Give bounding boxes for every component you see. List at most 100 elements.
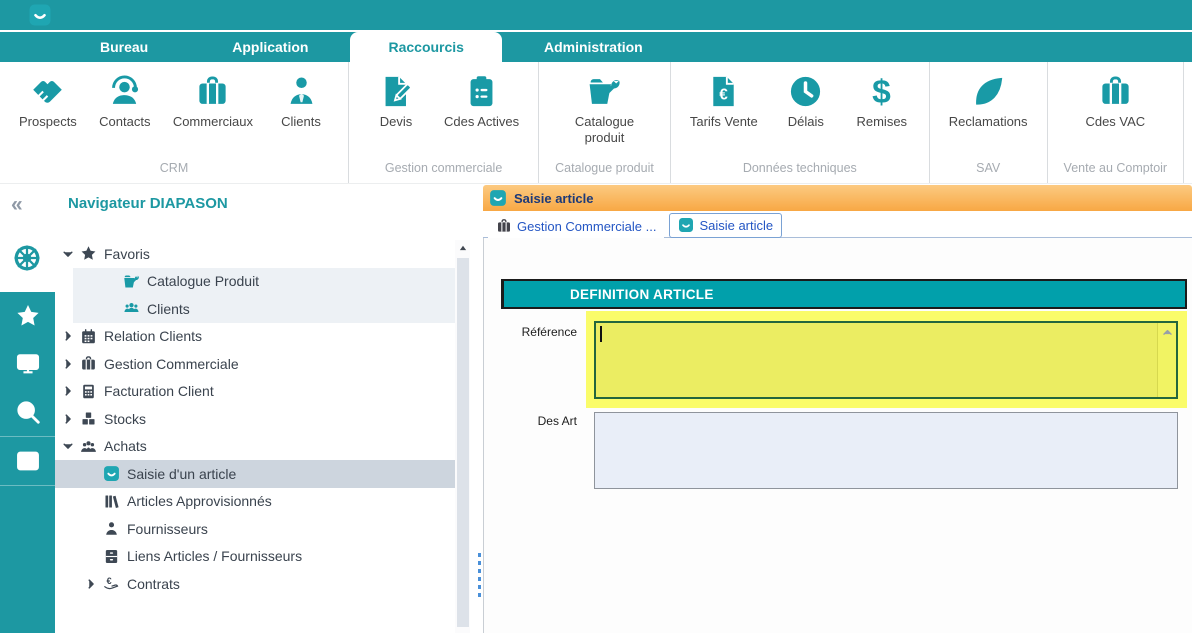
tree-item-relation-clients[interactable]: Relation Clients bbox=[55, 323, 455, 351]
document-tab-label: Saisie article bbox=[699, 218, 773, 233]
ribbon-group-donnees-techniques: €Tarifs VenteDélais$RemisesDonnées techn… bbox=[670, 62, 929, 183]
tree-scrollbar[interactable] bbox=[455, 240, 470, 633]
rail-item-search[interactable] bbox=[0, 388, 55, 436]
chevron-down-icon[interactable] bbox=[1161, 381, 1174, 394]
tree-item-facturation-client[interactable]: Facturation Client bbox=[55, 378, 455, 406]
tree-item-saisie-d-un-article[interactable]: Saisie d'un article bbox=[55, 460, 455, 488]
scroll-up-button[interactable] bbox=[455, 240, 470, 256]
scrollbar-thumb[interactable] bbox=[457, 258, 469, 627]
person-icon bbox=[103, 520, 120, 537]
chevron-up-icon[interactable] bbox=[1161, 326, 1174, 339]
tree-item-fournisseurs[interactable]: Fournisseurs bbox=[55, 515, 455, 543]
rail-item-desktop[interactable] bbox=[0, 340, 55, 388]
ribbon-group-catalogue-produit: Catalogue produitCatalogue produit bbox=[538, 62, 670, 183]
tree-item-label: Stocks bbox=[104, 411, 146, 427]
euro-hand-icon: € bbox=[103, 575, 120, 592]
ribbon-item-prospects[interactable]: Prospects bbox=[10, 68, 86, 130]
ribbon-item-reclamations[interactable]: Reclamations bbox=[940, 68, 1037, 130]
rail-item-favorites[interactable] bbox=[0, 292, 55, 340]
ribbon-item-label: Tarifs Vente bbox=[690, 114, 758, 130]
monitor-icon bbox=[15, 351, 41, 377]
reference-input[interactable] bbox=[594, 321, 1178, 399]
text-caret bbox=[600, 326, 602, 342]
ribbon-item-tarifs-vente[interactable]: € Tarifs Vente bbox=[681, 68, 767, 130]
reference-label: Référence bbox=[504, 325, 577, 339]
chevron-right-icon[interactable] bbox=[61, 357, 75, 371]
reference-scrollbar[interactable] bbox=[1157, 323, 1176, 397]
ribbon-group-label: CRM bbox=[10, 157, 338, 183]
ribbon-item-contacts[interactable]: Contacts bbox=[88, 68, 162, 130]
section-header: DEFINITION ARTICLE bbox=[501, 279, 1187, 309]
ribbon-group-sav: ReclamationsSAV bbox=[929, 62, 1047, 183]
tree-item-achats[interactable]: Achats bbox=[55, 433, 455, 461]
tree-item-label: Contrats bbox=[127, 576, 180, 592]
panel-splitter[interactable] bbox=[476, 185, 483, 633]
briefcase-icon bbox=[80, 355, 97, 372]
splitter-dot bbox=[478, 553, 481, 557]
rail-block bbox=[0, 292, 55, 633]
drawers-icon bbox=[103, 548, 120, 565]
ribbon-item-delais[interactable]: Délais bbox=[769, 68, 843, 130]
ribbon-tab-administration[interactable]: Administration bbox=[502, 32, 685, 62]
tree-item-favoris[interactable]: Favoris bbox=[55, 240, 455, 268]
application-root: { "app": {"name": "DIAPASON", "titlebar_… bbox=[0, 0, 1192, 633]
splitter-dot bbox=[478, 577, 481, 581]
app-logo-icon[interactable] bbox=[28, 3, 52, 27]
ribbon-item-clients[interactable]: Clients bbox=[264, 68, 338, 130]
tree-item-liens-articles-fournisseurs[interactable]: Liens Articles / Fournisseurs bbox=[55, 543, 455, 571]
ribbon-item-label: Contacts bbox=[99, 114, 150, 130]
collapse-panel-icon[interactable]: « bbox=[11, 193, 23, 217]
tree-item-contrats[interactable]: € Contrats bbox=[55, 570, 455, 598]
splitter-dot bbox=[478, 561, 481, 565]
ribbon-item-remises[interactable]: $Remises bbox=[845, 68, 919, 130]
tree-item-articles-approvisionnes[interactable]: Articles Approvisionnés bbox=[55, 488, 455, 516]
ribbon-item-devis[interactable]: Devis bbox=[359, 68, 433, 130]
tree-item-label: Liens Articles / Fournisseurs bbox=[127, 548, 302, 564]
document-tab-gestion-commerciale[interactable]: Gestion Commerciale ... bbox=[488, 215, 664, 238]
reference-field bbox=[586, 311, 1187, 408]
ribbon-item-label: Cdes VAC bbox=[1085, 114, 1145, 130]
tree-item-stocks[interactable]: Stocks bbox=[55, 405, 455, 433]
navigator-tree: FavorisCatalogue ProduitClientsRelation … bbox=[55, 240, 455, 598]
chevron-right-icon[interactable] bbox=[84, 577, 98, 591]
document-tab-bar: Gestion Commerciale ... Saisie article bbox=[483, 211, 1192, 238]
modules-rail-slot[interactable] bbox=[12, 243, 42, 273]
tree-item-label: Achats bbox=[104, 438, 147, 454]
ribbon-item-cdes-vac[interactable]: Cdes VAC bbox=[1076, 68, 1154, 130]
document-window: Saisie article Gestion Commerciale ... Sa… bbox=[483, 185, 1192, 633]
tree-item-label: Fournisseurs bbox=[127, 521, 208, 537]
ribbon-item-label: Délais bbox=[788, 114, 824, 130]
ribbon-group-label: Gestion commerciale bbox=[359, 157, 528, 183]
svg-text:€: € bbox=[106, 576, 111, 586]
icon-rail: « bbox=[0, 185, 55, 633]
ribbon-item-commerciaux[interactable]: Commerciaux bbox=[164, 68, 262, 130]
headset-icon bbox=[107, 74, 142, 109]
ribbon-tab-raccourcis[interactable]: Raccourcis bbox=[350, 32, 501, 62]
doc-pencil-icon bbox=[379, 74, 414, 109]
ribbon-item-cdes-actives[interactable]: Cdes Actives bbox=[435, 68, 528, 130]
chevron-right-icon[interactable] bbox=[61, 384, 75, 398]
doc-euro-icon: € bbox=[706, 74, 741, 109]
ribbon-group-items: DevisCdes Actives bbox=[359, 68, 528, 157]
ribbon-item-label: Clients bbox=[281, 114, 321, 130]
ribbon-group-items: Catalogue produit bbox=[549, 68, 660, 157]
chevron-down-icon[interactable] bbox=[61, 439, 75, 453]
tree-item-label: Saisie d'un article bbox=[127, 466, 236, 482]
ribbon-tab-bureau[interactable]: Bureau bbox=[58, 32, 190, 62]
tree-item-gestion-commerciale[interactable]: Gestion Commerciale bbox=[55, 350, 455, 378]
briefcase-icon bbox=[195, 74, 230, 109]
chevron-down-icon[interactable] bbox=[61, 247, 75, 261]
chevron-right-icon[interactable] bbox=[61, 412, 75, 426]
ribbon-tab-application[interactable]: Application bbox=[190, 32, 350, 62]
chevron-right-icon[interactable] bbox=[61, 329, 75, 343]
app-smile-icon bbox=[103, 465, 120, 482]
splitter-dot bbox=[478, 593, 481, 597]
ribbon-item-catalogue-produit[interactable]: Catalogue produit bbox=[562, 68, 648, 145]
tree-item-clients[interactable]: Clients bbox=[55, 295, 455, 323]
des-art-input[interactable] bbox=[594, 412, 1178, 489]
tree-item-catalogue-produit[interactable]: Catalogue Produit bbox=[55, 268, 455, 296]
rail-item-layout[interactable] bbox=[0, 437, 55, 485]
boxes-icon bbox=[80, 410, 97, 427]
document-tab-saisie-article[interactable]: Saisie article bbox=[669, 213, 782, 238]
books-icon bbox=[103, 493, 120, 510]
